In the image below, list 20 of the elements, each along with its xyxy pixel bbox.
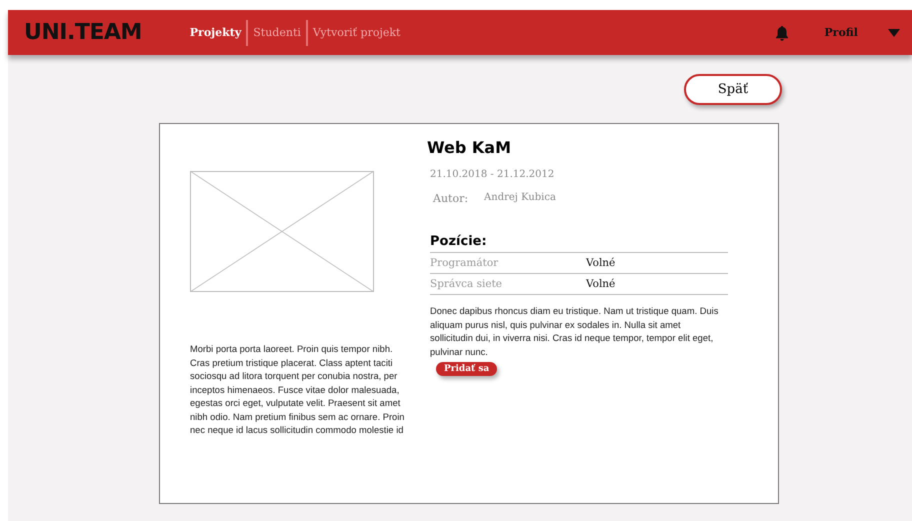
position-role: Správca siete <box>430 278 503 290</box>
project-title: Web KaM <box>426 138 512 157</box>
logo: UNI.TEAM <box>24 20 142 45</box>
author-label: Autor: <box>433 192 468 205</box>
position-status: Volné <box>586 257 616 269</box>
positions-heading: Pozície: <box>430 234 728 253</box>
position-role: Programátor <box>430 257 500 269</box>
positions-text: Donec dapibus rhoncus diam eu tristique. Nam ut tristique quam. Duis aliquam purus nisl, quis pulvinar ex sodales in. Nulla sit amet sollicitudin dui, in viverra nisi. Cras id neque tempor, tempor elit eget, pulvinar nunc. <box>430 305 720 359</box>
position-status: Volné <box>586 278 616 290</box>
nav-link[interactable]: Studenti <box>246 20 306 46</box>
nav-link[interactable]: Vytvoriť projekt <box>306 20 406 46</box>
profile-menu[interactable]: Profil <box>818 25 864 40</box>
project-dates: 21.10.2018 - 21.12.2012 <box>430 169 556 180</box>
back-button[interactable]: Späť <box>684 74 782 105</box>
author-name: Andrej Kubica <box>484 192 556 205</box>
join-button[interactable]: Pridať sa <box>436 362 498 376</box>
bell-icon[interactable] <box>774 24 790 40</box>
caret-icon[interactable] <box>888 28 900 36</box>
nav-link[interactable]: Projekty <box>190 20 246 46</box>
project-description: Morbi porta porta laoreet. Proin quis tempor nibh. Cras pretium tristique placerat. Class aptent taciti sociosqu ad litora torquent per conubia nostra, per inceptos himenaeos. Fusce vitae dolor malesuada, egestas orci eget, vulputate velit. Praesent sit amet nibh odio. Nam pretium finibus sem ac ornare. Proin nec neque id lacus sollicitudin commodo molestie id <box>190 343 406 437</box>
